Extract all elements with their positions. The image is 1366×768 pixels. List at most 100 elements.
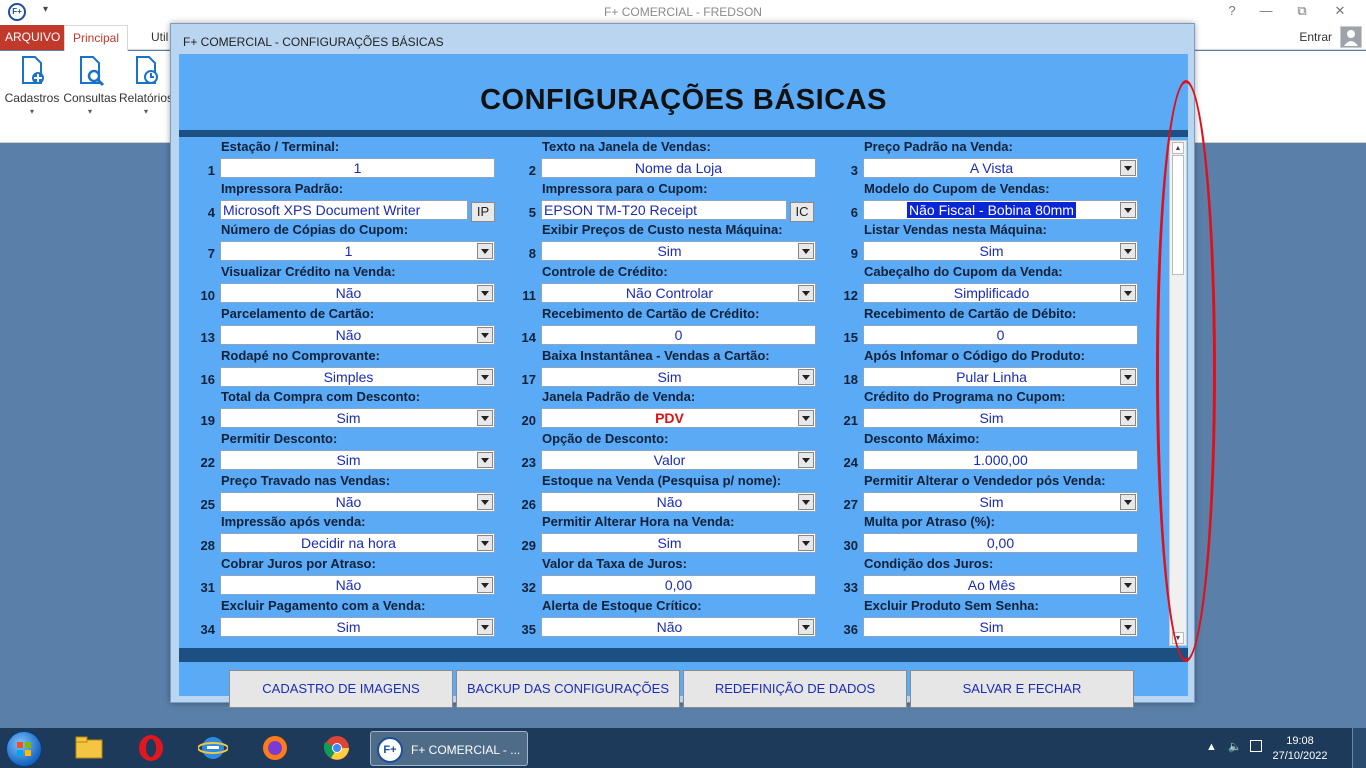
setting-select[interactable]: 1 <box>220 241 495 262</box>
start-button[interactable] <box>6 731 42 767</box>
minimize-button[interactable]: — <box>1252 3 1280 18</box>
chevron-down-icon[interactable] <box>477 451 493 468</box>
redefinicao-dados-button[interactable]: REDEFINIÇÃO DE DADOS <box>683 670 907 708</box>
chevron-down-icon[interactable] <box>798 285 814 302</box>
network-icon[interactable] <box>1250 740 1262 752</box>
internet-explorer-icon[interactable] <box>197 734 229 762</box>
chevron-down-icon[interactable] <box>1120 368 1136 385</box>
setting-select[interactable]: Sim <box>541 533 816 554</box>
chevron-down-icon[interactable] <box>1120 493 1136 510</box>
chevron-down-icon[interactable] <box>477 243 493 260</box>
salvar-fechar-button[interactable]: SALVAR E FECHAR <box>910 670 1134 708</box>
setting-select[interactable]: Pular Linha <box>863 366 1138 387</box>
chevron-down-icon[interactable] <box>477 577 493 593</box>
close-button[interactable]: ✕ <box>1326 3 1354 19</box>
relatorios-button[interactable]: Relatórios ▾ <box>118 55 174 116</box>
setting-select[interactable]: Sim <box>863 241 1138 262</box>
setting-select[interactable]: A Vista <box>863 158 1138 178</box>
setting-select[interactable]: Ao Mês <box>863 575 1138 595</box>
restore-button[interactable]: ⧉ <box>1288 3 1316 19</box>
cadastro-imagens-button[interactable]: CADASTRO DE IMAGENS <box>229 670 453 708</box>
setting-select[interactable]: Não <box>220 491 495 512</box>
cadastros-button[interactable]: Cadastros ▾ <box>4 55 60 116</box>
help-button[interactable]: ? <box>1218 3 1246 18</box>
setting-select[interactable]: Não <box>220 575 495 595</box>
setting-select[interactable]: Sim <box>220 449 495 470</box>
setting-input[interactable]: 0,00 <box>863 533 1138 554</box>
setting-select[interactable]: PDV <box>541 408 816 429</box>
printer-select-button[interactable]: IC <box>790 201 814 222</box>
scroll-up-icon[interactable]: ▲ <box>1172 142 1184 154</box>
tab-principal[interactable]: Principal <box>64 25 129 51</box>
printer-select-button[interactable]: IP <box>471 201 495 222</box>
chevron-down-icon[interactable] <box>798 535 814 552</box>
volume-icon[interactable]: 🔈 <box>1228 740 1242 753</box>
setting-select[interactable]: Decidir na hora <box>220 533 495 554</box>
setting-input[interactable]: 1.000,00 <box>863 449 1138 470</box>
setting-select[interactable]: Simples <box>220 366 495 387</box>
chevron-down-icon[interactable] <box>798 243 814 260</box>
setting-select[interactable]: Valor <box>541 449 816 470</box>
setting-input[interactable]: 1 <box>220 158 495 178</box>
chevron-down-icon[interactable] <box>1120 410 1136 427</box>
setting-select[interactable]: Sim <box>220 616 495 637</box>
chevron-down-icon[interactable] <box>477 535 493 552</box>
setting-select[interactable]: Sim <box>220 408 495 429</box>
show-desktop-button[interactable] <box>1352 728 1366 768</box>
chevron-down-icon[interactable] <box>798 618 814 635</box>
chrome-icon[interactable] <box>322 734 352 762</box>
chevron-down-icon[interactable] <box>1120 243 1136 260</box>
setting-select[interactable]: Sim <box>863 408 1138 429</box>
consultas-button[interactable]: Consultas ▾ <box>62 55 118 116</box>
setting-input[interactable]: 0 <box>541 324 816 345</box>
chevron-down-icon[interactable] <box>477 618 493 635</box>
chevron-down-icon[interactable] <box>1120 577 1136 593</box>
opera-icon[interactable] <box>136 734 166 762</box>
setting-select[interactable]: Sim <box>541 366 816 387</box>
chevron-down-icon[interactable] <box>477 285 493 302</box>
backup-configuracoes-button[interactable]: BACKUP DAS CONFIGURAÇÕES <box>456 670 680 708</box>
setting-select[interactable]: Não <box>541 491 816 512</box>
setting-select[interactable]: Sim <box>863 491 1138 512</box>
setting-select[interactable]: Não <box>220 324 495 345</box>
chevron-down-icon[interactable] <box>798 493 814 510</box>
tray-arrow-icon[interactable]: ▲ <box>1206 741 1217 753</box>
setting-select[interactable]: Sim <box>863 616 1138 637</box>
clock[interactable]: 19:08 27/10/2022 <box>1270 734 1330 764</box>
setting-select[interactable]: Simplificado <box>863 283 1138 304</box>
setting-input[interactable]: 0 <box>863 324 1138 345</box>
chevron-down-icon[interactable] <box>798 410 814 427</box>
setting-select[interactable]: Sim <box>541 241 816 262</box>
setting-select[interactable]: Não <box>541 616 816 637</box>
setting-field: Impressora Padrão: 4 Microsoft XPS Documen… <box>187 181 508 223</box>
setting-select[interactable]: Não Fiscal - Bobina 80mm <box>863 199 1138 220</box>
chevron-down-icon[interactable] <box>477 368 493 385</box>
setting-select[interactable]: Não Controlar <box>541 283 816 304</box>
chevron-down-icon[interactable] <box>798 368 814 385</box>
chevron-down-icon[interactable] <box>477 493 493 510</box>
signin-link[interactable]: Entrar <box>1299 30 1332 44</box>
printer-field[interactable]: Microsoft XPS Document Writer <box>220 199 468 220</box>
chevron-down-icon[interactable] <box>477 326 493 343</box>
firefox-icon[interactable] <box>260 734 290 762</box>
setting-label: Preço Travado nas Vendas: <box>221 472 391 488</box>
printer-field[interactable]: EPSON TM-T20 Receipt <box>541 199 787 220</box>
scrollbar-thumb[interactable] <box>1172 155 1184 275</box>
setting-input[interactable]: Nome da Loja <box>541 158 816 178</box>
user-avatar[interactable] <box>1340 26 1362 48</box>
chevron-down-icon[interactable] <box>798 451 814 468</box>
chevron-down-icon[interactable] <box>1120 201 1136 218</box>
setting-number: 2 <box>528 163 536 178</box>
setting-select[interactable]: Não <box>220 283 495 304</box>
tab-arquivo[interactable]: ARQUIVO <box>0 25 66 50</box>
chevron-down-icon[interactable] <box>477 410 493 427</box>
setting-input[interactable]: 0,00 <box>541 575 816 595</box>
taskbar-active-app[interactable]: F+ F+ COMERCIAL - ... <box>370 731 528 766</box>
scroll-down-icon[interactable]: ▼ <box>1172 632 1184 644</box>
chevron-down-icon[interactable] <box>1120 160 1136 176</box>
setting-field: Estação / Terminal: 1 1 <box>187 139 508 181</box>
chevron-down-icon[interactable] <box>1120 285 1136 302</box>
chevron-down-icon[interactable] <box>1120 618 1136 635</box>
vertical-scrollbar[interactable]: ▲ ▼ <box>1169 140 1187 646</box>
windows-explorer-icon[interactable] <box>74 734 104 762</box>
